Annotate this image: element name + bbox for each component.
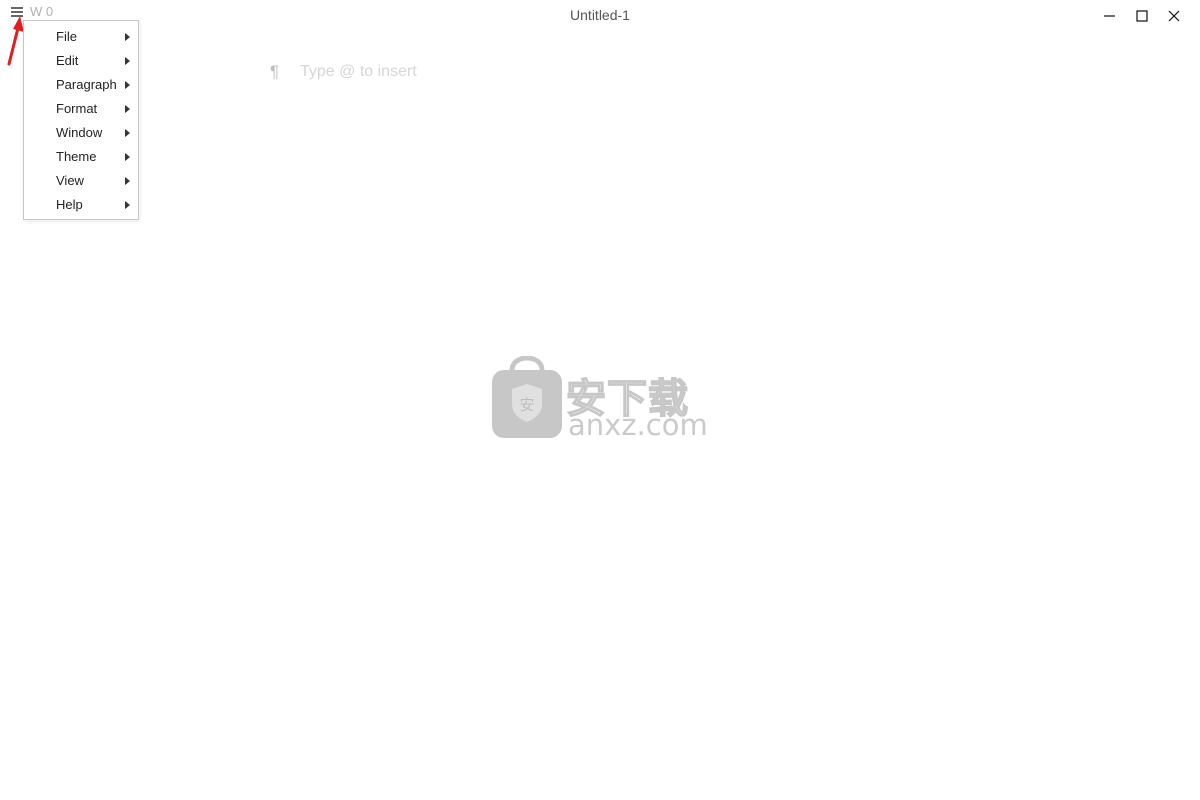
shield-bag-icon: 安 xyxy=(492,356,562,438)
menu-item-file[interactable]: File xyxy=(24,25,138,49)
minimize-icon xyxy=(1104,15,1115,17)
title-bar: W 0 Untitled-1 xyxy=(0,0,1200,32)
menu-item-edit[interactable]: Edit xyxy=(24,49,138,73)
menu-item-window[interactable]: Window xyxy=(24,121,138,145)
submenu-arrow-icon xyxy=(125,33,130,41)
svg-text:安: 安 xyxy=(519,396,534,414)
window-title: Untitled-1 xyxy=(570,7,630,23)
menu-item-label: Theme xyxy=(56,149,97,164)
menu-item-help[interactable]: Help xyxy=(24,193,138,217)
menu-item-label: Help xyxy=(56,197,83,212)
app-window: W 0 Untitled-1 File Edit Paragraph Forma… xyxy=(0,0,1200,800)
menu-item-format[interactable]: Format xyxy=(24,97,138,121)
main-menu: File Edit Paragraph Format Window Theme … xyxy=(23,20,139,220)
maximize-button[interactable] xyxy=(1126,0,1158,32)
menu-item-label: Edit xyxy=(56,53,79,68)
submenu-arrow-icon xyxy=(125,153,130,161)
submenu-arrow-icon xyxy=(125,201,130,209)
menu-item-label: Paragraph xyxy=(56,77,117,92)
menu-item-paragraph[interactable]: Paragraph xyxy=(24,73,138,97)
menu-item-theme[interactable]: Theme xyxy=(24,145,138,169)
menu-item-label: Window xyxy=(56,125,103,140)
menu-item-label: File xyxy=(56,29,77,44)
minimize-button[interactable] xyxy=(1094,0,1126,32)
menu-item-label: Format xyxy=(56,101,98,116)
submenu-arrow-icon xyxy=(125,177,130,185)
submenu-arrow-icon xyxy=(125,129,130,137)
submenu-arrow-icon xyxy=(125,81,130,89)
submenu-arrow-icon xyxy=(125,105,130,113)
editor-placeholder: Type @ to insert xyxy=(300,63,417,80)
maximize-icon xyxy=(1136,10,1148,22)
watermark-domain-text: anxz.com xyxy=(568,408,708,442)
close-button[interactable] xyxy=(1158,0,1190,32)
pilcrow-icon: ¶ xyxy=(270,62,280,81)
menu-item-label: View xyxy=(56,173,84,188)
submenu-arrow-icon xyxy=(125,57,130,65)
watermark-logo: 安 安下载 anxz.com xyxy=(490,356,710,446)
close-icon xyxy=(1168,10,1180,22)
menu-item-view[interactable]: View xyxy=(24,169,138,193)
